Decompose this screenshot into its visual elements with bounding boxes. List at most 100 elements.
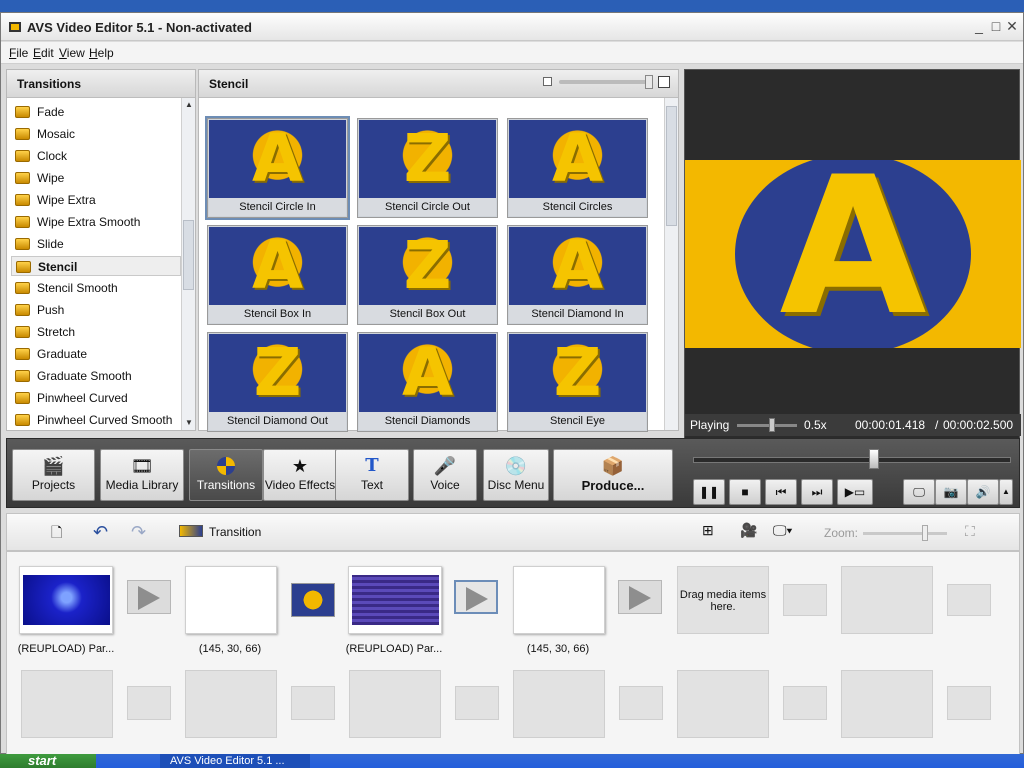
clip-2-frame[interactable] [348,566,442,634]
transitions-button[interactable]: Transitions [189,449,263,501]
seek-handle[interactable] [869,449,879,469]
applied-transition-thumbnail[interactable] [291,583,335,617]
transition-item[interactable]: Pinwheel Curved Smooth [11,410,181,430]
scrollbar-thumb[interactable] [183,220,194,290]
scroll-up-arrow-icon[interactable]: ▲ [182,98,196,112]
empty-transition-slot[interactable] [783,686,827,720]
transition-slot-2[interactable] [454,580,498,614]
empty-clip-slot[interactable] [677,670,769,738]
zoom-slider[interactable] [863,532,947,535]
menu-help[interactable]: Help [89,46,114,60]
effect-thumbnail[interactable]: Z Stencil Box Out [357,225,498,325]
empty-clip-slot[interactable] [185,670,277,738]
display-options-icon[interactable]: 🖵▾ [773,522,792,539]
fit-zoom-icon[interactable]: ⛶ [965,523,975,540]
effect-glyph: Z [403,120,452,197]
stop-button[interactable]: ■ [729,479,761,505]
fullscreen-play-button[interactable]: ▶▭ [837,479,873,505]
speed-slider-handle[interactable] [769,418,775,432]
redo-icon[interactable]: ↷ [131,522,146,543]
empty-clip-slot[interactable] [513,670,605,738]
minimize-button[interactable]: _ [971,18,987,34]
text-button[interactable]: T Text [335,449,409,501]
empty-transition-slot[interactable] [455,686,499,720]
thumb-size-slider-handle[interactable] [645,75,653,89]
transition-item[interactable]: Graduate [11,344,181,364]
effect-thumbnail[interactable]: A Stencil Circles [507,118,648,218]
taskbar-app-button[interactable]: AVS Video Editor 5.1 ... [160,754,310,768]
menu-edit[interactable]: Edit [33,46,54,60]
color-clip-1-frame[interactable] [185,566,277,634]
effect-thumbnail[interactable]: Z Stencil Eye [507,332,648,432]
effect-thumbnail[interactable]: A Stencil Diamonds [357,332,498,432]
produce-button[interactable]: 📦 Produce... [553,449,673,501]
start-button[interactable]: start [0,754,96,768]
effect-thumbnail[interactable]: A Stencil Diamond In [507,225,648,325]
storyboard-view-icon[interactable]: ⊞ [702,522,714,539]
empty-clip-slot[interactable] [841,566,933,634]
title-bar[interactable]: AVS Video Editor 5.1 - Non-activated _ □… [1,13,1023,41]
effect-thumbnail[interactable]: Z Stencil Circle Out [357,118,498,218]
clip-1-frame[interactable] [19,566,113,634]
media-library-button[interactable]: 🎞 Media Library [100,449,184,501]
speed-slider[interactable] [737,424,797,427]
seek-bar[interactable] [693,457,1011,463]
empty-transition-slot[interactable] [947,584,991,616]
empty-transition-slot[interactable] [947,686,991,720]
delete-icon[interactable]: 🗋 [51,522,73,542]
effect-thumbnail[interactable]: Z Stencil Diamond Out [207,332,348,432]
effect-thumbnail[interactable]: A Stencil Circle In [205,116,350,220]
previous-button[interactable]: ⏮ [765,479,797,505]
transition-item[interactable]: Fade [11,102,181,122]
transition-slot-1[interactable] [127,580,171,614]
thumb-size-small-icon[interactable] [543,77,552,86]
transition-item[interactable]: Graduate Smooth [11,366,181,386]
undo-icon[interactable]: ↶ [93,522,108,543]
effects-scrollbar-thumb[interactable] [666,106,677,226]
empty-transition-slot[interactable] [783,584,827,616]
close-button[interactable]: ✕ [1004,18,1020,34]
transition-item[interactable]: Stencil Smooth [11,278,181,298]
empty-clip-slot[interactable] [349,670,441,738]
menu-view[interactable]: View [59,46,85,60]
transition-item[interactable]: Pinwheel Curved [11,388,181,408]
empty-transition-slot[interactable] [127,686,171,720]
transition-item[interactable]: Mosaic [11,124,181,144]
transition-item[interactable]: Wipe [11,168,181,188]
disc-menu-button[interactable]: 💿 Disc Menu [483,449,549,501]
empty-clip-slot[interactable] [841,670,933,738]
transition-item[interactable]: Wipe Extra Smooth [11,212,181,232]
projects-button[interactable]: 🎬 Projects [12,449,95,501]
transition-item[interactable]: Push [11,300,181,320]
volume-button[interactable]: 🔊 [967,479,999,505]
empty-transition-slot[interactable] [619,686,663,720]
thumb-size-large-icon[interactable] [658,76,670,88]
transitions-scrollbar[interactable]: ▲ ▼ [181,98,195,430]
transition-item[interactable]: Clock [11,146,181,166]
pause-button[interactable]: ❚❚ [693,479,725,505]
maximize-button[interactable]: □ [988,18,1004,34]
drop-zone[interactable]: Drag media items here. [677,566,769,634]
thumb-size-slider[interactable] [559,80,647,84]
scroll-down-arrow-icon[interactable]: ▼ [182,416,196,430]
transition-item[interactable]: Stencil [11,256,181,276]
pause-icon: ❚❚ [698,485,720,499]
next-button[interactable]: ⏭ [801,479,833,505]
monitor-button[interactable]: 🖵 [903,479,935,505]
menu-file[interactable]: File [9,46,28,60]
record-icon[interactable]: 🎥 [740,522,757,539]
empty-clip-slot[interactable] [21,670,113,738]
volume-expand-button[interactable]: ▲ [999,479,1013,505]
voice-button[interactable]: 🎤 Voice [413,449,477,501]
transition-item[interactable]: Stretch [11,322,181,342]
transition-item[interactable]: Slide [11,234,181,254]
empty-transition-slot[interactable] [291,686,335,720]
transition-item[interactable]: Wipe Extra [11,190,181,210]
transition-slot-3[interactable] [618,580,662,614]
effects-scrollbar[interactable] [664,98,678,430]
video-effects-button[interactable]: ★ Video Effects [263,449,337,501]
effect-thumbnail[interactable]: A Stencil Box In [207,225,348,325]
zoom-slider-handle[interactable] [922,525,928,541]
snapshot-button[interactable]: 📷 [935,479,967,505]
color-clip-2-frame[interactable] [513,566,605,634]
